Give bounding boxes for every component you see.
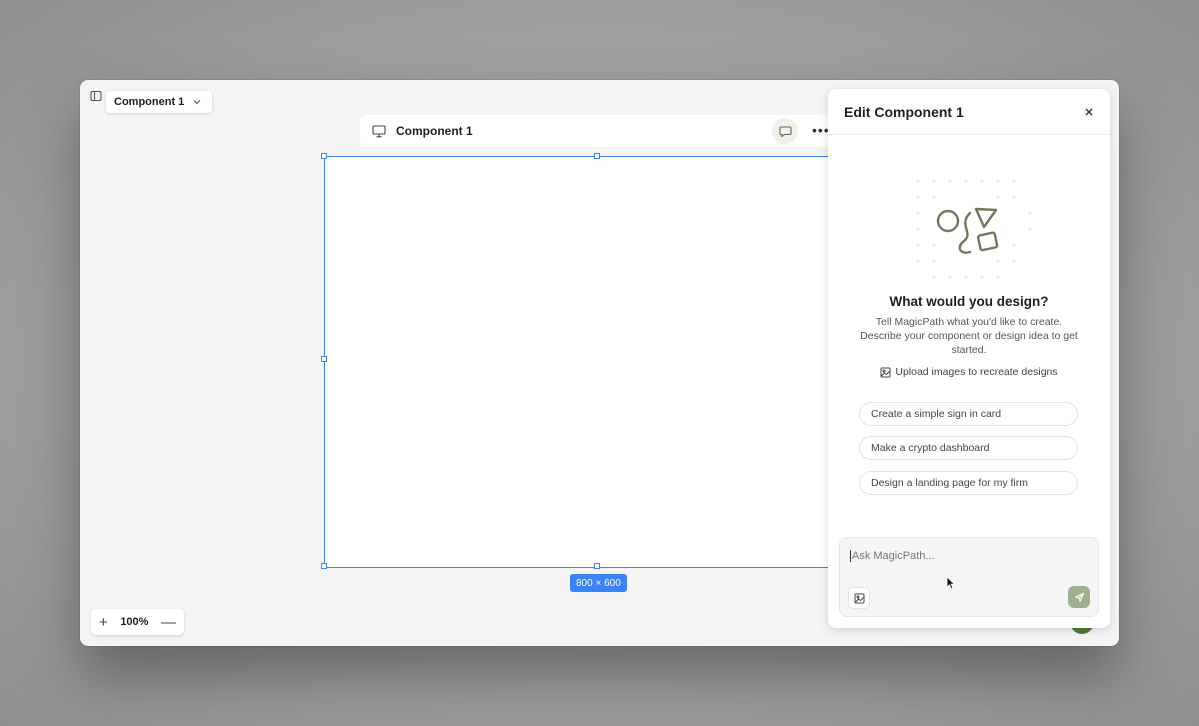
attach-image-button[interactable] (848, 587, 870, 609)
image-icon (880, 367, 891, 377)
frame-size-badge: 800 × 600 (570, 574, 627, 592)
resize-handle-bottom[interactable] (594, 563, 600, 569)
frame-header: Component 1 ••• (360, 115, 840, 147)
suggestion-sign-in-card[interactable]: Create a simple sign in card (859, 402, 1078, 426)
design-heading: What would you design? (889, 294, 1049, 309)
shapes-illustration-icon (917, 180, 1031, 278)
resize-handle-left[interactable] (321, 356, 327, 362)
canvas-frame[interactable] (321, 153, 884, 569)
comment-icon (778, 125, 792, 138)
resize-handle-bottom-left[interactable] (321, 563, 327, 569)
prompt-input[interactable] (850, 550, 1082, 562)
sidebar-toggle-icon[interactable] (85, 85, 107, 107)
app-window: Component 1 Component 1 ••• 800 × 600 + … (80, 80, 1119, 646)
upload-images-label: Upload images to recreate designs (895, 366, 1058, 378)
upload-images-link[interactable]: Upload images to recreate designs (828, 366, 1110, 378)
resize-handle-top[interactable] (594, 153, 600, 159)
resize-handle-top-left[interactable] (321, 153, 327, 159)
panel-header: Edit Component 1 (828, 89, 1110, 135)
image-icon (854, 593, 864, 603)
send-icon (1074, 592, 1084, 602)
chevron-down-icon (193, 100, 201, 105)
design-description: Tell MagicPath what you'd like to create… (860, 316, 1078, 356)
frame-title: Component 1 (396, 124, 473, 138)
zoom-control: + 100% — (91, 609, 184, 635)
edit-panel: Edit Component 1 What would you design? … (828, 89, 1110, 628)
chat-composer (839, 537, 1099, 617)
zoom-in-button[interactable]: + (99, 615, 108, 630)
suggestion-landing-page[interactable]: Design a landing page for my firm (859, 471, 1078, 495)
close-icon[interactable] (1084, 107, 1094, 117)
suggestion-crypto-dashboard[interactable]: Make a crypto dashboard (859, 436, 1078, 460)
panel-title: Edit Component 1 (844, 103, 964, 120)
component-selector[interactable]: Component 1 (106, 91, 213, 113)
comment-button[interactable] (772, 118, 798, 144)
monitor-icon (372, 124, 386, 138)
zoom-level: 100% (120, 616, 149, 628)
mouse-cursor-icon (946, 576, 956, 590)
zoom-out-button[interactable]: — (161, 615, 176, 630)
send-button[interactable] (1068, 586, 1090, 608)
component-selector-label: Component 1 (114, 96, 185, 108)
